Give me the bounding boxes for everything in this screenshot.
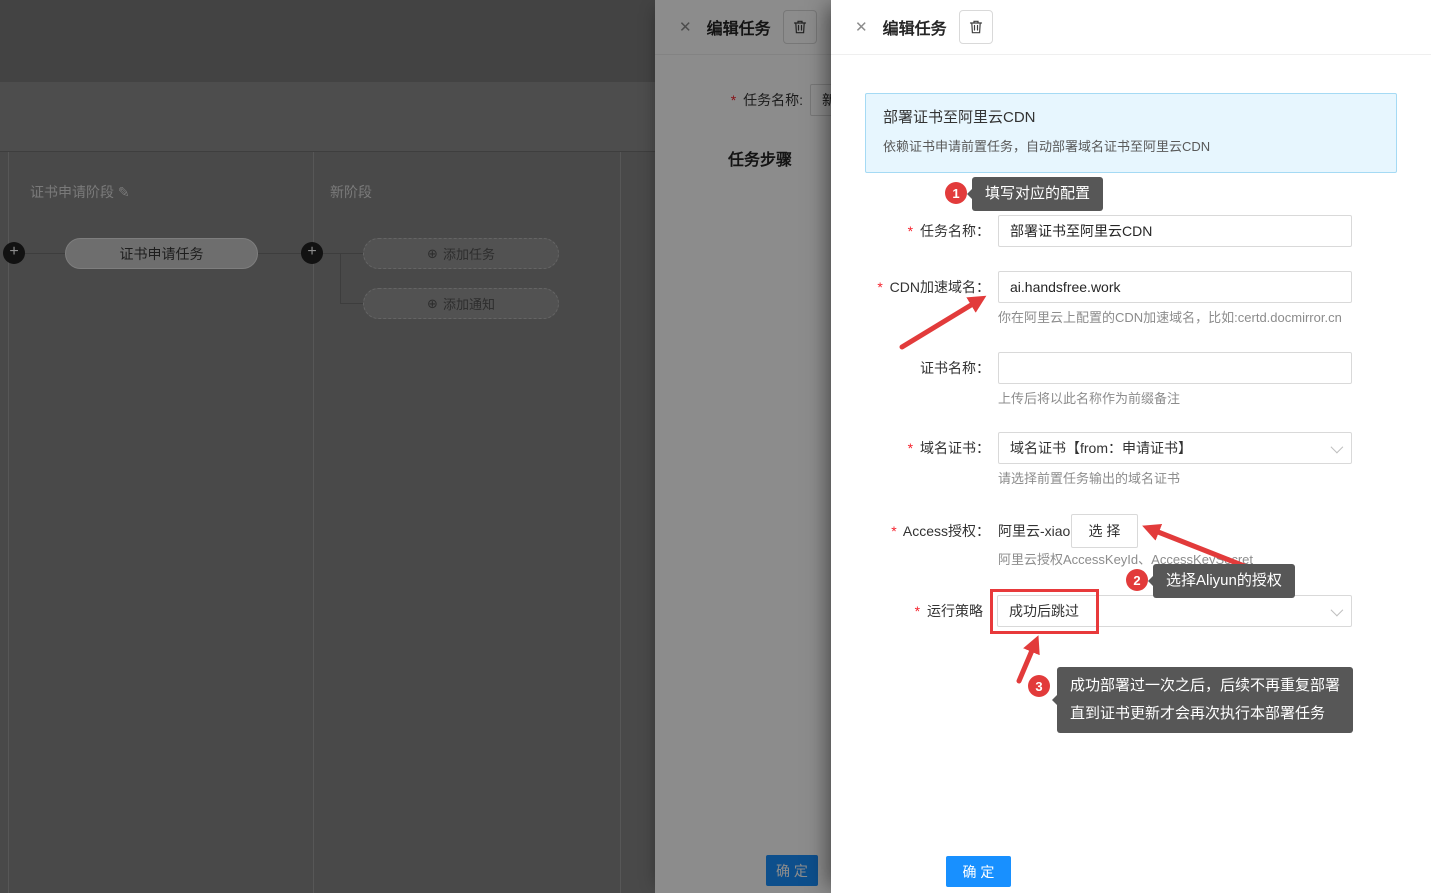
alert-description: 依赖证书申请前置任务，自动部署域名证书至阿里云CDN: [883, 136, 1379, 155]
stage-column-divider: [620, 152, 621, 893]
field-label: * 运行策略: [831, 595, 983, 627]
run-strategy-select[interactable]: 成功后跳过: [997, 595, 1352, 627]
annotation-tooltip-3: 成功部署过一次之后，后续不再重复部署 直到证书更新才会再次执行本部署任务: [1057, 667, 1353, 733]
domain-cert-select[interactable]: 域名证书【from：申请证书】: [998, 432, 1352, 464]
connector: [25, 253, 65, 254]
field-hint: 请选择前置任务输出的域名证书: [998, 468, 1180, 487]
confirm-button[interactable]: 确 定: [766, 855, 818, 886]
field-label: * Access授权：: [831, 515, 990, 547]
drawer-header: ✕ 编辑任务: [831, 0, 1431, 55]
required-mark: *: [908, 440, 913, 456]
required-mark: *: [908, 223, 913, 239]
trash-icon: [792, 19, 808, 35]
edit-task-drawer: ✕ 编辑任务 部署证书至阿里云CDN 依赖证书申请前置任务，自动部署域名证书至阿…: [831, 0, 1431, 893]
field-label: * 任务名称:: [655, 84, 803, 116]
trash-icon: [968, 19, 984, 35]
access-select-button[interactable]: 选 择: [1071, 514, 1138, 548]
cdn-domain-input[interactable]: [998, 271, 1352, 303]
annotation-badge-2: 2: [1126, 569, 1148, 591]
cert-name-input[interactable]: [998, 352, 1352, 384]
annotation-tooltip-1: 填写对应的配置: [972, 177, 1103, 211]
required-mark: *: [915, 603, 920, 619]
field-label: * CDN加速域名：: [831, 271, 990, 303]
add-notification-button[interactable]: ⊕ 添加通知: [363, 288, 559, 319]
delete-task-button[interactable]: [783, 10, 817, 44]
annotation-arrow-1: [902, 299, 981, 347]
close-icon[interactable]: ✕: [679, 18, 692, 36]
task-node-cert-request[interactable]: 证书申请任务: [65, 238, 258, 269]
add-stage-button[interactable]: +: [3, 242, 25, 264]
plus-circle-icon: ⊕: [427, 246, 438, 262]
required-mark: *: [731, 92, 736, 108]
edit-pencil-icon[interactable]: ✎: [118, 184, 130, 200]
add-stage-button[interactable]: +: [301, 242, 323, 264]
chevron-down-icon: [1331, 603, 1344, 616]
access-value: 阿里云-xiao: [998, 514, 1070, 548]
field-label: * 任务名称：: [831, 215, 990, 247]
annotation-badge-3: 3: [1028, 675, 1050, 697]
task-name-input[interactable]: [998, 215, 1352, 247]
connector: [258, 253, 301, 254]
stage-title-new-stage: 新阶段: [330, 182, 372, 202]
connector: [340, 303, 363, 304]
plus-circle-icon: ⊕: [427, 296, 438, 312]
required-mark: *: [877, 279, 882, 295]
connector: [323, 253, 363, 254]
plugin-info-alert: 部署证书至阿里云CDN 依赖证书申请前置任务，自动部署域名证书至阿里云CDN: [865, 93, 1397, 173]
connector: [340, 253, 341, 303]
drawer-title: 编辑任务: [707, 15, 771, 39]
field-hint: 上传后将以此名称作为前缀备注: [998, 388, 1180, 407]
annotation-badge-1: 1: [945, 182, 967, 204]
close-icon[interactable]: ✕: [855, 18, 868, 36]
alert-title: 部署证书至阿里云CDN: [883, 106, 1379, 127]
chevron-down-icon: [1331, 440, 1344, 453]
confirm-button[interactable]: 确 定: [946, 856, 1011, 887]
stage-title-cert-request: 证书申请阶段 ✎: [30, 182, 130, 202]
field-label: 证书名称：: [831, 352, 990, 384]
field-hint: 你在阿里云上配置的CDN加速域名，比如:certd.docmirror.cn: [998, 307, 1342, 326]
annotation-tooltip-2: 选择Aliyun的授权: [1153, 564, 1295, 598]
delete-task-button[interactable]: [959, 10, 993, 44]
task-steps-heading: 任务步骤: [728, 146, 792, 170]
field-label: * 域名证书：: [831, 432, 990, 464]
drawer-title: 编辑任务: [883, 15, 947, 39]
required-mark: *: [891, 523, 896, 539]
add-task-button[interactable]: ⊕ 添加任务: [363, 238, 559, 269]
